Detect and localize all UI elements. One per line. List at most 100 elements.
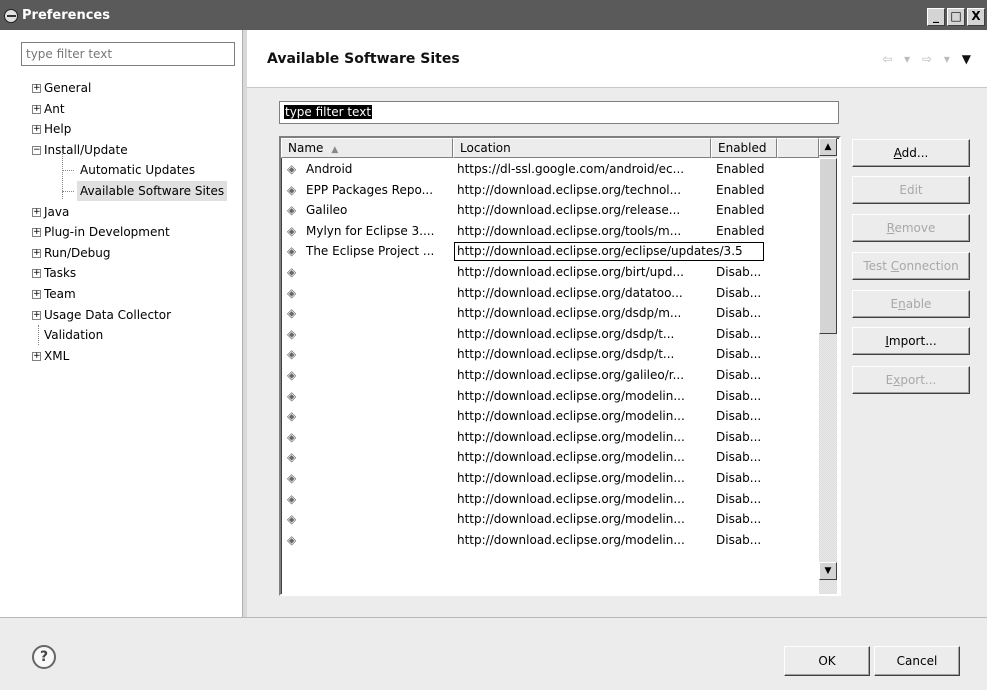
table-row[interactable]: ◈ http://download.eclipse.org/modelin... D… [281, 489, 819, 510]
edit-button[interactable]: Edit [852, 176, 970, 204]
tree-item[interactable]: + Plug-in Development [22, 222, 242, 243]
tree-item-label: Validation [44, 328, 104, 343]
preference-tree: + General + Ant + Help − Install/Update Automati… [22, 78, 242, 366]
tree-item-label: Help [44, 122, 72, 137]
export-button[interactable]: Export... [852, 366, 970, 394]
site-enabled-cell: Enabled [716, 162, 765, 176]
site-location-cell: http://download.eclipse.org/modelin... [457, 512, 685, 527]
tree-item[interactable]: + Ant [22, 99, 242, 120]
expand-icon[interactable]: + [32, 310, 41, 320]
table-row[interactable]: ◈ Galileo http://download.eclipse.org/rele… [281, 200, 819, 221]
site-enabled-cell: Disab... [716, 450, 762, 465]
tree-item[interactable]: − Install/Update [22, 140, 242, 161]
remove-button[interactable]: Remove [852, 214, 970, 242]
minimize-button[interactable]: _ [927, 8, 945, 26]
page-title: Available Software Sites [267, 51, 460, 67]
table-row[interactable]: ◈ http://download.eclipse.org/birt/upd...… [281, 262, 819, 283]
tree-item[interactable]: + Run/Debug [22, 243, 242, 264]
tree-item[interactable]: + Help [22, 119, 242, 140]
tree-item[interactable]: + XML [22, 346, 242, 367]
expand-icon[interactable]: + [32, 84, 41, 93]
tree-item-label: Install/Update [44, 142, 128, 157]
title-bar[interactable]: Preferences _ □ X [0, 0, 987, 30]
window-controls: _ □ X [925, 8, 985, 26]
tree-item[interactable]: Validation [22, 325, 242, 346]
table-row[interactable]: ◈ The Eclipse Project ... http://download.… [281, 241, 819, 262]
cancel-button[interactable]: Cancel [874, 646, 960, 676]
update-site-icon: ◈ [287, 223, 297, 238]
view-menu-icon[interactable]: ▼ [962, 52, 975, 66]
import-button[interactable]: Import... [852, 327, 970, 355]
column-header-name[interactable]: Name ▲ [281, 138, 453, 158]
table-row[interactable]: ◈ http://download.eclipse.org/modelin... D… [281, 530, 819, 551]
maximize-button[interactable]: □ [947, 8, 965, 26]
back-arrow-icon[interactable]: ⇦ ▾ [882, 52, 914, 66]
update-site-icon: ◈ [287, 470, 297, 485]
table-row[interactable]: ◈ http://download.eclipse.org/modelin... D… [281, 386, 819, 407]
scroll-up-icon[interactable]: ▲ [819, 138, 837, 156]
site-enabled-cell: Disab... [716, 326, 762, 341]
table-row[interactable]: ◈ http://download.eclipse.org/modelin... D… [281, 468, 819, 489]
table-row[interactable]: ◈ http://download.eclipse.org/galileo/r..… [281, 365, 819, 386]
site-location-cell: http://download.eclipse.org/modelin... [457, 409, 685, 424]
table-row[interactable]: ◈ http://download.eclipse.org/modelin... D… [281, 427, 819, 448]
table-row[interactable]: ◈ http://download.eclipse.org/modelin... D… [281, 509, 819, 530]
ok-button[interactable]: OK [784, 646, 870, 676]
site-location-cell: http://download.eclipse.org/dsdp/m... [457, 306, 682, 321]
tree-item[interactable]: + Usage Data Collector [22, 305, 242, 326]
expand-icon[interactable]: + [32, 248, 41, 258]
table-row[interactable]: ◈ http://download.eclipse.org/dsdp/m... Di… [281, 303, 819, 324]
tree-item[interactable]: Automatic Updates [22, 160, 242, 181]
enable-button[interactable]: Enable [852, 290, 970, 318]
site-name-cell: Mylyn for Eclipse 3.... [306, 223, 435, 238]
close-button[interactable]: X [967, 8, 985, 26]
table-row[interactable]: ◈ http://download.eclipse.org/dsdp/t... Di… [281, 324, 819, 345]
tree-item-label: Team [44, 286, 76, 301]
scroll-thumb[interactable] [819, 158, 837, 334]
test-connection-button[interactable]: Test Connection [852, 252, 970, 280]
site-location-cell: http://download.eclipse.org/modelin... [457, 491, 685, 506]
tree-item[interactable]: + Team [22, 284, 242, 305]
expand-icon[interactable]: + [32, 289, 41, 299]
site-location-cell: http://download.eclipse.org/modelin... [457, 429, 685, 444]
table-row[interactable]: ◈ Mylyn for Eclipse 3.... http://download.… [281, 221, 819, 242]
site-enabled-cell: Enabled [716, 182, 765, 197]
expand-icon[interactable]: + [32, 104, 41, 114]
update-site-icon: ◈ [287, 182, 297, 197]
table-row[interactable]: ◈ EPP Packages Repo... http://download.ecl… [281, 180, 819, 201]
table-row[interactable]: ◈ http://download.eclipse.org/datatoo... D… [281, 283, 819, 304]
add-button[interactable]: Add... [852, 139, 970, 167]
table-body: ◈ Android https://dl-ssl.google.com/androi… [281, 159, 819, 550]
tree-item[interactable]: + Java [22, 202, 242, 223]
site-location-cell: https://dl-ssl.google.com/android/ec... [457, 162, 685, 176]
table-row[interactable]: ◈ http://download.eclipse.org/dsdp/t... Di… [281, 344, 819, 365]
tree-item-label: Usage Data Collector [44, 307, 172, 322]
expand-icon[interactable]: + [32, 228, 41, 238]
column-header-location[interactable]: Location [453, 138, 711, 158]
table-row[interactable]: ◈ Android https://dl-ssl.google.com/androi… [281, 159, 819, 180]
expand-icon[interactable]: + [32, 269, 41, 279]
update-site-icon: ◈ [287, 388, 297, 403]
site-name-cell: Android [306, 162, 353, 176]
preference-tree-pane: type filter text + General + Ant + Help − Insta… [0, 30, 242, 617]
sites-filter-input[interactable]: type filter text [279, 101, 839, 124]
column-header-enabled[interactable]: Enabled [711, 138, 777, 158]
site-enabled-cell: Disab... [716, 429, 762, 444]
vertical-scrollbar[interactable]: ▲ ▼ [819, 138, 837, 594]
expand-icon[interactable]: + [32, 351, 41, 361]
tree-item[interactable]: Available Software Sites [22, 180, 242, 202]
tree-item[interactable]: + General [22, 78, 242, 99]
expand-icon[interactable]: + [32, 207, 41, 217]
collapse-icon[interactable]: − [32, 145, 41, 155]
table-row[interactable]: ◈ http://download.eclipse.org/modelin... D… [281, 447, 819, 468]
location-edit-field[interactable]: http://download.eclipse.org/eclipse/upda… [454, 242, 764, 262]
table-row[interactable]: ◈ http://download.eclipse.org/modelin... D… [281, 406, 819, 427]
forward-arrow-icon[interactable]: ⇨ ▾ [922, 52, 954, 66]
tree-item[interactable]: + Tasks [22, 263, 242, 284]
help-icon[interactable]: ? [32, 645, 56, 669]
expand-icon[interactable]: + [32, 125, 41, 135]
page-header: Available Software Sites ⇦ ▾ ⇨ ▾ ▼ [247, 30, 987, 88]
update-site-icon: ◈ [287, 326, 297, 341]
tree-filter-input[interactable]: type filter text [21, 42, 235, 66]
scroll-down-icon[interactable]: ▼ [819, 562, 837, 580]
